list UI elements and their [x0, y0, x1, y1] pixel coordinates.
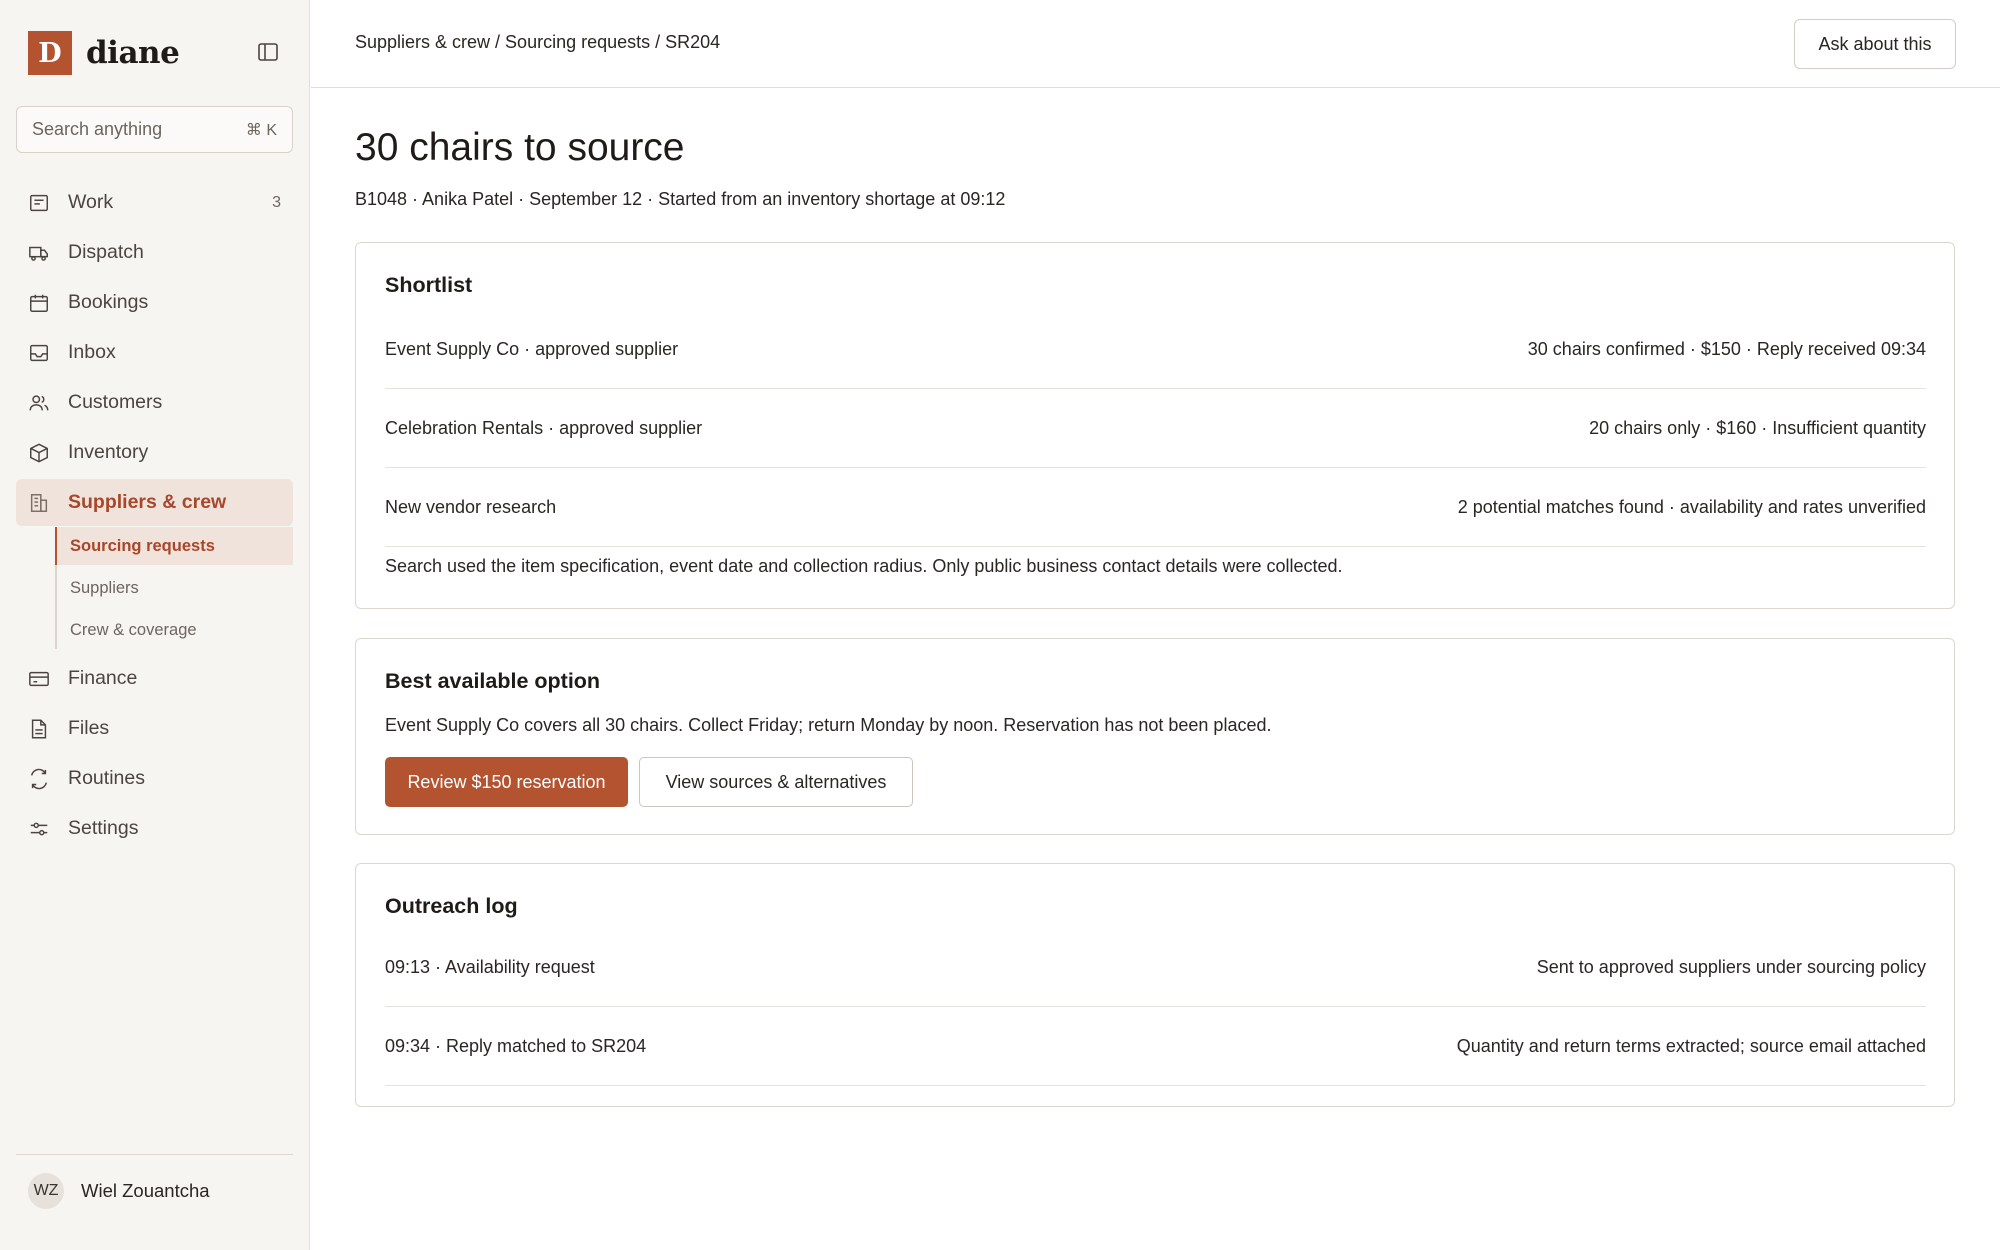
- list-item[interactable]: 09:34 · Reply matched to SR204 Quantity …: [385, 1007, 1926, 1086]
- subnav-item-sourcing-requests[interactable]: Sourcing requests: [55, 527, 293, 565]
- sidebar-item-routines[interactable]: Routines: [16, 755, 293, 802]
- sidebar-item-label: Settings: [68, 817, 139, 839]
- view-sources-button[interactable]: View sources & alternatives: [639, 757, 913, 807]
- list-item[interactable]: New vendor research 2 potential matches …: [385, 468, 1926, 547]
- sidebar-item-settings[interactable]: Settings: [16, 805, 293, 852]
- sidebar-item-label: Files: [68, 717, 110, 739]
- truck-icon: [29, 246, 48, 261]
- list-item[interactable]: Celebration Rentals · approved supplier …: [385, 389, 1926, 468]
- page-title: 30 chairs to source: [355, 126, 685, 169]
- shortlist-note: Search used the item specification, even…: [385, 556, 1343, 576]
- sidebar-item-inbox[interactable]: Inbox: [16, 329, 293, 376]
- sidebar-item-bookings[interactable]: Bookings: [16, 279, 293, 326]
- credit-card-icon: [29, 671, 49, 686]
- review-reservation-button[interactable]: Review $150 reservation: [385, 757, 628, 807]
- topbar: Suppliers & crew / Sourcing requests / S…: [311, 0, 2000, 88]
- avatar: WZ: [28, 1172, 64, 1209]
- sidebar: D diane Search anything ⌘ K Work 3 Dispa…: [0, 0, 310, 1250]
- brand-logo: D: [28, 31, 72, 75]
- shortlist-status: 20 chairs only · $160 · Insufficient qua…: [1589, 417, 1926, 438]
- work-icon: [30, 194, 48, 211]
- sidebar-item-label: Inbox: [68, 341, 116, 363]
- box-icon: [30, 442, 48, 463]
- list-item[interactable]: Event Supply Co · approved supplier 30 c…: [385, 310, 1926, 389]
- sidebar-toggle-icon[interactable]: [256, 40, 280, 64]
- sidebar-item-files[interactable]: Files: [16, 705, 293, 752]
- search-shortcut: ⌘ K: [245, 121, 277, 139]
- sidebar-item-work[interactable]: Work 3: [16, 179, 293, 226]
- list-item[interactable]: 09:13 · Availability request Sent to app…: [385, 928, 1926, 1007]
- shortlist-status: 2 potential matches found · availability…: [1457, 496, 1926, 517]
- search-input[interactable]: Search anything ⌘ K: [16, 106, 293, 153]
- sidebar-item-label: Finance: [68, 667, 138, 689]
- brand-name: diane: [86, 35, 180, 71]
- brand[interactable]: D diane: [28, 31, 180, 75]
- page-subtitle: B1048 · Anika Patel · September 12 · Sta…: [355, 189, 1006, 209]
- work-count-badge: 3: [272, 193, 281, 211]
- subnav-item-suppliers[interactable]: Suppliers: [57, 569, 293, 607]
- outreach-event: 09:13 · Availability request: [385, 956, 595, 977]
- sidebar-item-label: Customers: [68, 391, 163, 413]
- calendar-icon: [30, 294, 48, 312]
- outreach-log-title: Outreach log: [385, 894, 518, 918]
- search-placeholder: Search anything: [32, 119, 163, 139]
- sidebar-item-inventory[interactable]: Inventory: [16, 429, 293, 476]
- outreach-detail: Sent to approved suppliers under sourcin…: [1536, 956, 1926, 977]
- shortlist-supplier: Celebration Rentals · approved supplier: [385, 417, 703, 438]
- sidebar-item-label: Work: [68, 191, 114, 213]
- best-option-card: Best available option Event Supply Co co…: [355, 638, 1955, 835]
- subnav-item-crew-coverage[interactable]: Crew & coverage: [57, 611, 293, 649]
- sidebar-item-label: Dispatch: [68, 241, 144, 263]
- sidebar-nav: Work 3 Dispatch Bookings Inbox Customers…: [16, 179, 293, 855]
- routines-icon: [30, 768, 48, 789]
- shortlist-status: 30 chairs confirmed · $150 · Reply recei…: [1527, 338, 1926, 359]
- shortlist-supplier: Event Supply Co · approved supplier: [385, 338, 679, 359]
- file-icon: [31, 719, 47, 738]
- best-option-text: Event Supply Co covers all 30 chairs. Co…: [385, 715, 1272, 735]
- sidebar-item-label: Bookings: [68, 291, 149, 313]
- users-icon: [29, 394, 49, 410]
- user-profile[interactable]: WZ Wiel Zouantcha: [16, 1154, 293, 1226]
- ask-about-this-button[interactable]: Ask about this: [1794, 19, 1956, 69]
- user-name: Wiel Zouantcha: [81, 1179, 210, 1201]
- building-icon: [30, 493, 48, 512]
- sliders-icon: [30, 822, 48, 835]
- outreach-detail: Quantity and return terms extracted; sou…: [1456, 1035, 1926, 1056]
- sidebar-item-label: Suppliers & crew: [68, 491, 227, 513]
- inbox-icon: [30, 344, 48, 361]
- sidebar-item-dispatch[interactable]: Dispatch: [16, 229, 293, 276]
- shortlist-card: Shortlist Event Supply Co · approved sup…: [355, 242, 1955, 609]
- sidebar-item-label: Inventory: [68, 441, 149, 463]
- shortlist-title: Shortlist: [385, 273, 473, 297]
- breadcrumb[interactable]: Suppliers & crew / Sourcing requests / S…: [355, 32, 720, 53]
- sidebar-item-label: Routines: [68, 767, 145, 789]
- outreach-log-card: Outreach log 09:13 · Availability reques…: [355, 863, 1955, 1107]
- suppliers-subnav: Sourcing requests Suppliers Crew & cover…: [55, 527, 293, 649]
- shortlist-supplier: New vendor research: [385, 496, 557, 517]
- sidebar-item-finance[interactable]: Finance: [16, 655, 293, 702]
- outreach-event: 09:34 · Reply matched to SR204: [385, 1035, 647, 1056]
- sidebar-item-suppliers-crew[interactable]: Suppliers & crew: [16, 479, 293, 526]
- sidebar-item-customers[interactable]: Customers: [16, 379, 293, 426]
- best-option-title: Best available option: [385, 669, 601, 693]
